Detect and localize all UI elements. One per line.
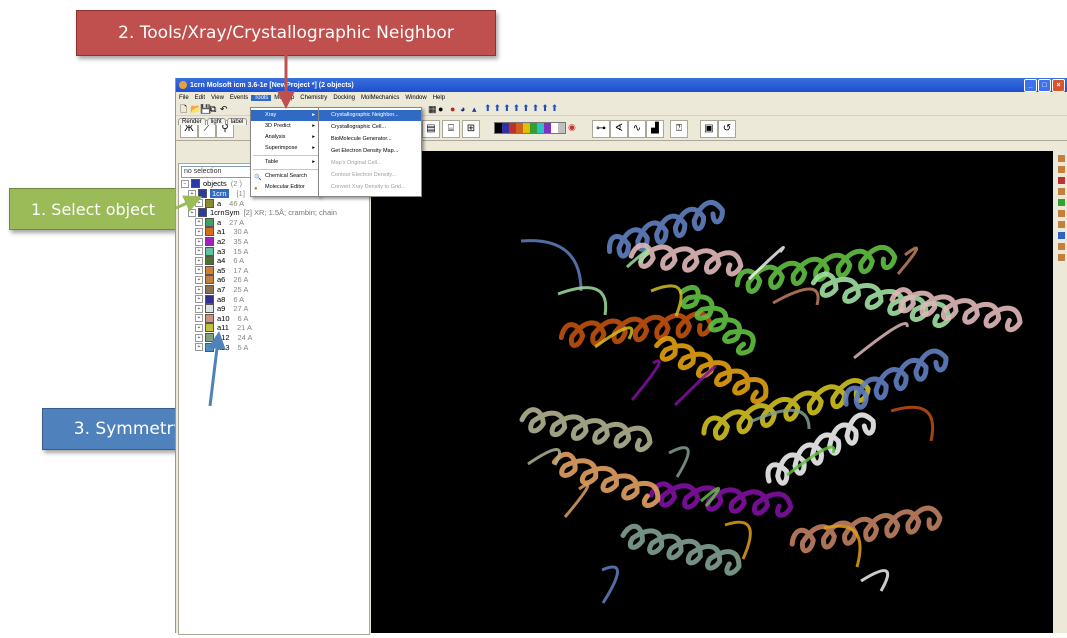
- arrow-symmetry: [207, 331, 226, 407]
- arrow-select: [175, 195, 203, 212]
- callout-arrows: [175, 55, 295, 407]
